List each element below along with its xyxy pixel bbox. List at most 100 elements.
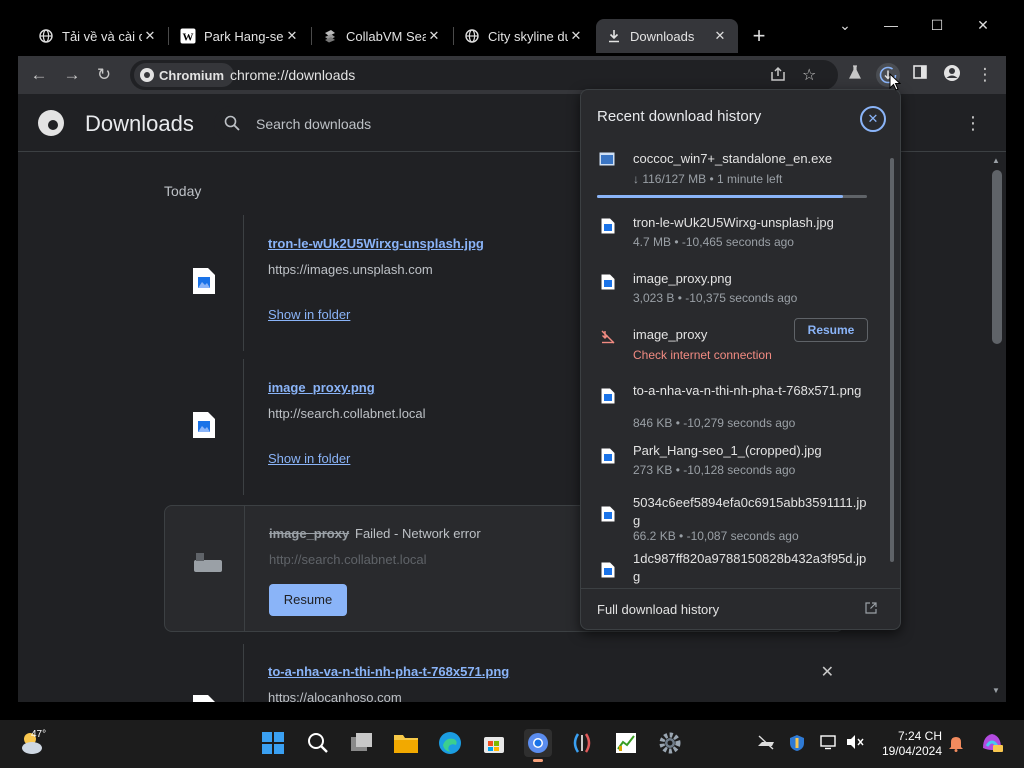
network-muted-icon[interactable]	[757, 734, 775, 753]
svg-text:W: W	[183, 32, 194, 44]
tab-title: City skyline du	[488, 28, 568, 44]
image-file-icon	[601, 506, 615, 522]
file-source-url: http://search.collabnet.local	[269, 552, 427, 567]
back-button[interactable]: ←	[28, 64, 50, 86]
file-explorer-icon[interactable]	[392, 729, 420, 757]
bubble-item[interactable]: image_proxy.png 3,023 B • -10,375 second…	[581, 268, 881, 318]
bubble-scrollbar[interactable]	[890, 158, 894, 562]
bubble-close-button[interactable]: ✕	[860, 106, 886, 132]
globe-icon	[38, 28, 54, 44]
show-in-folder-link[interactable]: Show in folder	[268, 307, 350, 322]
window-close-button[interactable]: ✕	[971, 14, 995, 36]
image-file-icon	[601, 562, 615, 578]
image-file-icon	[192, 267, 216, 295]
full-download-history-row[interactable]: Full download history	[581, 588, 900, 629]
microsoft-store-icon[interactable]	[480, 729, 508, 757]
bookmark-star-icon[interactable]: ☆	[802, 65, 816, 85]
notification-bell-icon[interactable]	[948, 734, 964, 755]
bubble-file-meta: 4.7 MB • -10,465 seconds ago	[633, 235, 794, 249]
file-name-link[interactable]: image_proxy.png	[268, 380, 375, 395]
maximize-button[interactable]: ☐	[925, 14, 949, 36]
download-card: to-a-nha-va-n-thi-nh-pha-t-768x571.png h…	[164, 644, 844, 702]
generic-file-icon	[193, 552, 222, 580]
url-text[interactable]: chrome://downloads	[230, 67, 355, 83]
bubble-item[interactable]: 5034c6eef5894efa0c6915abb3591111.jpg 66.…	[581, 495, 881, 552]
file-name: image_proxy	[269, 526, 350, 541]
bubble-file-meta: 273 KB • -10,128 seconds ago	[633, 463, 796, 477]
search-icon	[224, 115, 240, 131]
wikipedia-icon: W	[180, 28, 196, 44]
tab-collabvm[interactable]: CollabVM Sea ✕	[312, 19, 452, 53]
image-file-icon	[601, 388, 615, 404]
address-bar[interactable]: Chromium chrome://downloads ☆	[130, 60, 838, 90]
resume-button[interactable]: Resume	[269, 584, 347, 616]
security-shield-icon[interactable]	[789, 734, 805, 755]
search-input[interactable]	[256, 106, 576, 142]
bubble-item-failed[interactable]: image_proxy Check internet connection Re…	[581, 318, 881, 374]
windows-start-icon[interactable]	[259, 729, 287, 757]
bubble-error-text: Check internet connection	[633, 348, 772, 362]
side-panel-icon[interactable]	[909, 64, 931, 86]
scroll-up-arrow-icon[interactable]: ▲	[992, 156, 1000, 165]
chromium-logo-icon	[38, 110, 64, 136]
reload-button[interactable]: ↻	[93, 64, 115, 86]
taskbar-search-icon[interactable]	[304, 729, 332, 757]
minimize-button[interactable]: —	[879, 14, 903, 36]
forward-button[interactable]: →	[61, 64, 83, 86]
file-source-url: https://images.unsplash.com	[268, 262, 433, 277]
globe-icon	[464, 28, 480, 44]
tab-title: Park Hang-seo	[204, 28, 284, 44]
browser-menu-icon[interactable]: ⋮	[974, 64, 996, 86]
display-network-icon[interactable]	[820, 734, 838, 753]
tab-close-icon[interactable]: ✕	[568, 28, 584, 44]
chromium-taskbar-icon[interactable]	[524, 729, 552, 762]
bubble-item[interactable]: Park_Hang-seo_1_(cropped).jpg 273 KB • -…	[581, 442, 881, 492]
image-file-icon	[192, 411, 216, 439]
profile-avatar-icon[interactable]	[941, 64, 963, 86]
new-tab-button[interactable]: +	[746, 24, 772, 50]
bubble-item[interactable]: tron-le-wUk2U5Wirxg-unsplash.jpg 4.7 MB …	[581, 212, 881, 262]
image-file-icon	[601, 218, 615, 234]
tab-close-icon[interactable]: ✕	[284, 28, 300, 44]
clock-time: 7:24 CH	[897, 729, 942, 743]
chart-app-icon[interactable]	[612, 729, 640, 757]
scroll-down-arrow-icon[interactable]: ▼	[992, 686, 1000, 695]
edge-browser-icon[interactable]	[436, 729, 464, 757]
search-box[interactable]	[214, 106, 594, 142]
bubble-item[interactable]: 1dc987ff820a9788150828b432a3f95d.jpg	[581, 551, 881, 588]
task-view-icon[interactable]	[348, 729, 376, 757]
bubble-item[interactable]: coccoc_win7+_standalone_en.exe ↓ 116/127…	[581, 148, 881, 200]
tab-close-icon[interactable]: ✕	[712, 28, 728, 44]
show-in-folder-link[interactable]: Show in folder	[268, 451, 350, 466]
tab-downloads[interactable]: Downloads ✕	[596, 19, 738, 53]
collab-app-icon[interactable]	[568, 729, 596, 757]
copilot-icon[interactable]	[980, 730, 1004, 757]
bubble-item[interactable]: to-a-nha-va-n-thi-nh-pha-t-768x571.png 8…	[581, 380, 881, 436]
remove-item-icon[interactable]: ✕	[821, 662, 834, 682]
tab-close-icon[interactable]: ✕	[426, 28, 442, 44]
file-name-link[interactable]: tron-le-wUk2U5Wirxg-unsplash.jpg	[268, 236, 484, 251]
system-clock[interactable]: 7:24 CH 19/04/2024	[862, 729, 942, 759]
labs-flask-icon[interactable]	[844, 64, 866, 86]
file-name-link[interactable]: to-a-nha-va-n-thi-nh-pha-t-768x571.png	[268, 664, 509, 679]
tab-close-icon[interactable]: ✕	[142, 28, 158, 44]
file-source-url: https://alocanhoso.com	[268, 690, 402, 702]
file-source-url: http://search.collabnet.local	[268, 406, 426, 421]
settings-gear-icon[interactable]	[656, 729, 684, 757]
tab-title: Downloads	[630, 28, 695, 44]
bubble-resume-button[interactable]: Resume	[794, 318, 868, 342]
image-file-icon	[601, 448, 615, 464]
bubble-title: Recent download history	[597, 108, 762, 125]
tab-tai-ve[interactable]: Tải về và cài đ ✕	[28, 19, 168, 53]
scrollbar-thumb[interactable]	[992, 170, 1002, 344]
share-icon[interactable]	[770, 66, 786, 87]
bubble-file-name: 1dc987ff820a9788150828b432a3f95d.jpg	[633, 551, 867, 584]
page-more-menu-icon[interactable]: ⋮	[964, 112, 982, 134]
tab-search-icon[interactable]: ⌄	[833, 14, 857, 36]
tab-title: Tải về và cài đ	[62, 28, 142, 44]
tab-city-skyline[interactable]: City skyline du ✕	[454, 19, 594, 53]
bubble-file-meta: 846 KB • -10,279 seconds ago	[633, 416, 796, 430]
page-scrollbar[interactable]: ▲ ▼	[988, 152, 1006, 702]
site-info-chip[interactable]: Chromium	[134, 63, 234, 87]
tab-park-hang-seo[interactable]: W Park Hang-seo ✕	[170, 19, 310, 53]
